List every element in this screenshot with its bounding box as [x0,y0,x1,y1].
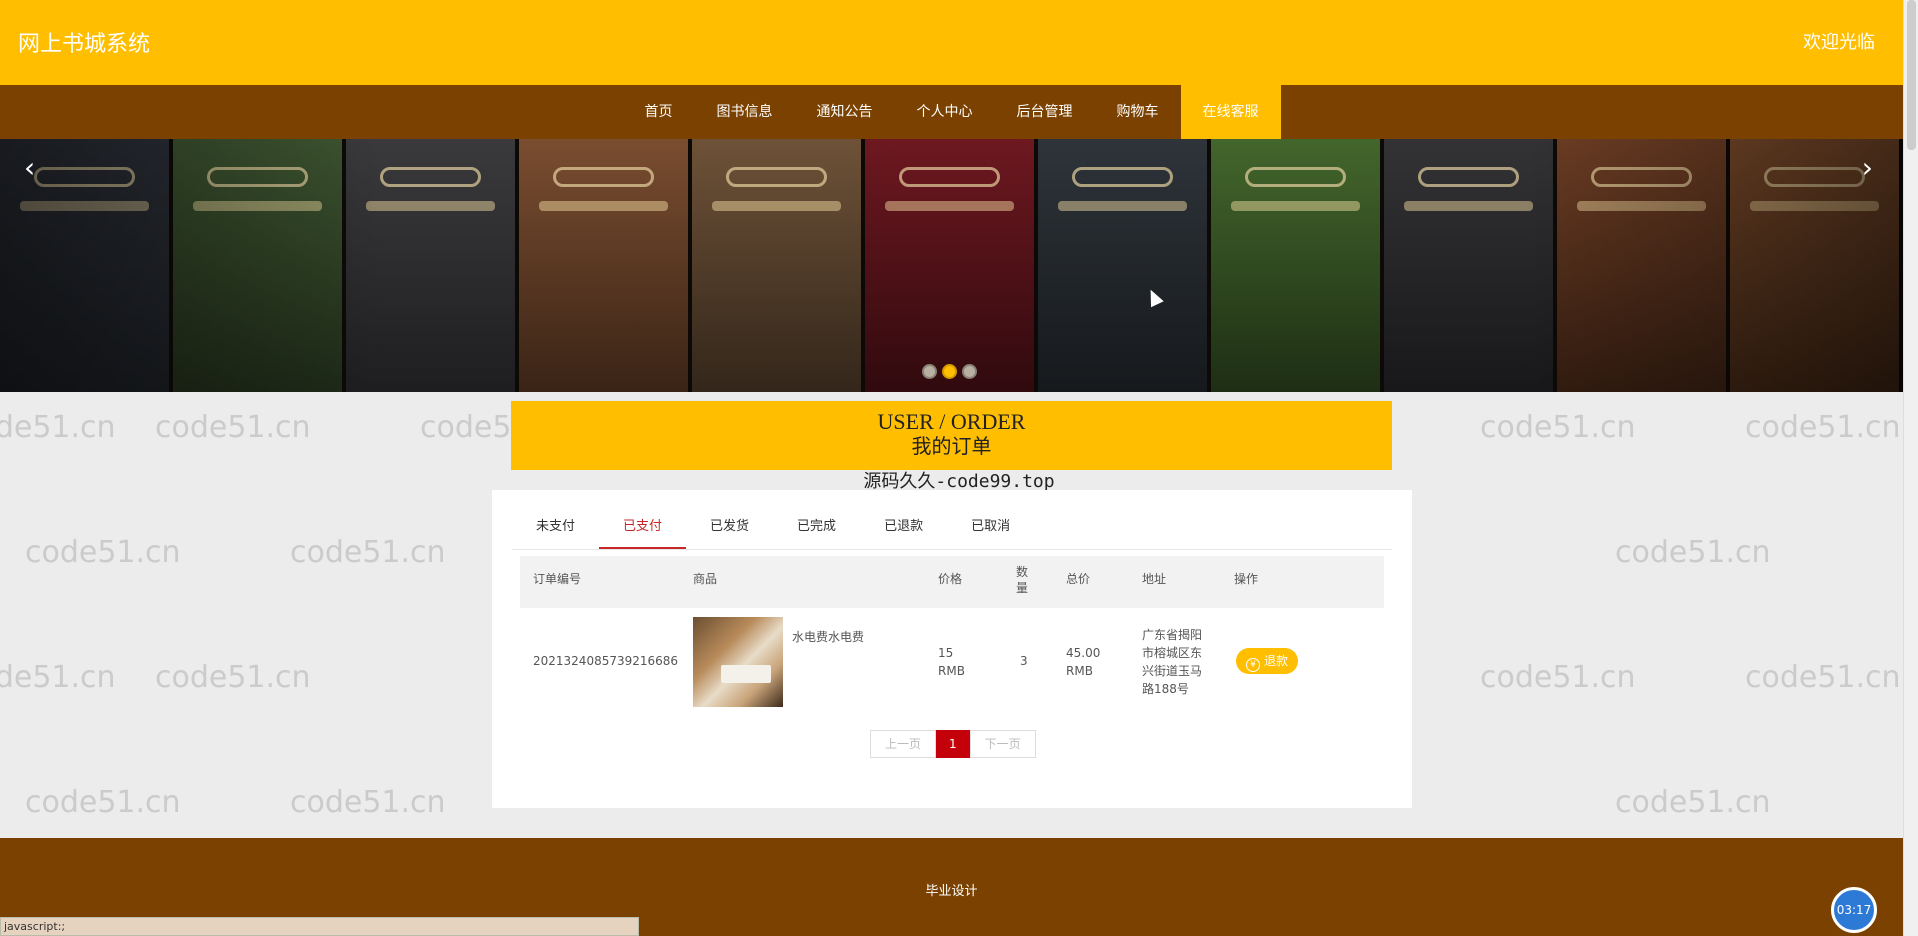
carousel-dot-1[interactable] [922,364,937,379]
order-status-tabs: 未支付 已支付 已发货 已完成 已退款 已取消 [512,504,1392,550]
watermark: code51.cn [290,785,446,820]
carousel-dot-3[interactable] [962,364,977,379]
chevron-left-icon[interactable]: ‹ [24,151,35,184]
watermark: code51.cn [290,535,446,570]
col-address: 地址 [1142,572,1167,586]
section-title-cn: 我的订单 [911,434,992,458]
watermark: code51.cn [25,785,181,820]
chevron-right-icon[interactable]: › [1862,151,1873,184]
tab-unpaid[interactable]: 未支付 [512,504,599,549]
watermark: code51.cn [155,660,311,695]
orders-panel: 未支付 已支付 已发货 已完成 已退款 已取消 订单编号 商品 价格 数量 总价… [492,490,1412,808]
watermark: code51.cn [25,535,181,570]
nav-item-cart[interactable]: 购物车 [1095,85,1181,139]
nav-item-home[interactable]: 首页 [623,85,695,139]
tab-completed[interactable]: 已完成 [773,504,860,549]
orders-table: 订单编号 商品 价格 数量 总价 地址 操作 20213240857392166… [520,556,1384,718]
order-title-band: USER / ORDER 我的订单 [511,401,1392,470]
nav-item-notices[interactable]: 通知公告 [795,85,895,139]
clock-widget[interactable]: 03:17 [1831,887,1877,933]
nav-item-profile[interactable]: 个人中心 [895,85,995,139]
col-product: 商品 [693,572,718,586]
nav-item-support[interactable]: 在线客服 [1180,85,1281,139]
watermark: code51.cn [1615,535,1771,570]
banner-carousel: ‹ › [0,139,1903,392]
refund-button[interactable]: ¥ 退款 [1236,648,1298,674]
welcome-text: 欢迎光临 [1803,32,1875,53]
tab-refunded[interactable]: 已退款 [860,504,947,549]
next-page-button[interactable]: 下一页 [969,730,1036,758]
table-header: 订单编号 商品 价格 数量 总价 地址 操作 [520,556,1384,608]
col-total: 总价 [1066,572,1091,586]
product-thumbnail[interactable] [693,617,783,707]
watermark: code51.cn [0,410,116,445]
col-order-no: 订单编号 [533,572,582,586]
scrollbar-thumb[interactable] [1907,0,1916,150]
main-nav: 首页 图书信息 通知公告 个人中心 后台管理 购物车 在线客服 [0,85,1903,139]
product-qty: 3 [1020,654,1028,668]
watermark: code51.cn [1480,410,1636,445]
watermark: code51.cn [1745,660,1901,695]
product-name[interactable]: 水电费水电费 [792,628,864,645]
col-price: 价格 [938,572,963,586]
watermark: code51.cn [1480,660,1636,695]
pagination: 上一页 1 下一页 [870,730,1036,758]
watermark: code51.cn [1615,785,1771,820]
nav-item-books[interactable]: 图书信息 [695,85,795,139]
watermark: code51.cn [0,660,116,695]
tab-cancelled[interactable]: 已取消 [947,504,1034,549]
refund-label: 退款 [1263,654,1288,668]
tab-paid[interactable]: 已支付 [599,504,687,549]
site-title[interactable]: 网上书城系统 [18,26,150,58]
order-total: 45.00 RMB [1066,646,1101,678]
order-address: 广东省揭阳市榕城区东兴街道玉马路188号 [1142,628,1203,696]
page-scrollbar[interactable] [1903,0,1918,936]
watermark: code51.cn [1745,410,1901,445]
prev-page-button[interactable]: 上一页 [870,730,937,758]
section-title-en: USER / ORDER [877,409,1026,434]
carousel-dot-2[interactable] [942,364,957,379]
tab-shipped[interactable]: 已发货 [686,504,773,549]
col-qty: 数量 [1016,565,1029,595]
order-number: 2021324085739216686 [533,654,679,668]
footer-text: 毕业设计 [925,884,978,899]
page-number-button[interactable]: 1 [936,730,970,758]
product-price: 15 RMB [938,646,965,678]
carousel-dots [922,364,977,379]
watermark: code51.cn [155,410,311,445]
nav-item-admin[interactable]: 后台管理 [995,85,1095,139]
yen-icon: ¥ [1245,658,1260,672]
browser-statusbar: javascript:; [0,917,639,936]
table-row: 2021324085739216686 水电费水电费 15 RMB 3 45.0… [520,608,1384,718]
col-action: 操作 [1234,572,1259,586]
site-header: 网上书城系统 欢迎光临 [0,0,1903,85]
